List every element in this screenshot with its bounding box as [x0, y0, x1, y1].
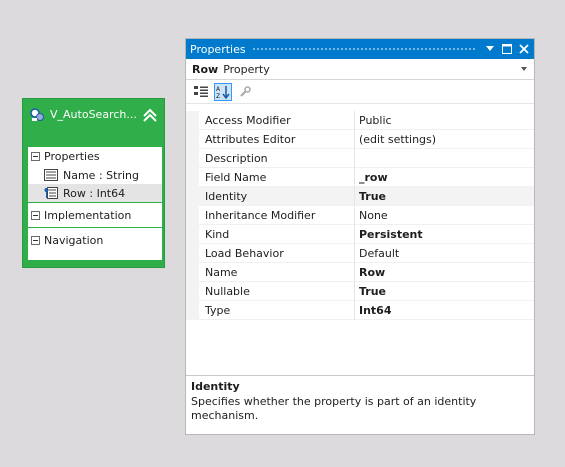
row-gutter	[186, 168, 199, 187]
section-properties: Properties Name : String Row: Int64	[28, 147, 162, 203]
property-name: Nullable	[199, 282, 355, 301]
section-header[interactable]: Properties	[28, 147, 162, 166]
section-implementation: Implementation	[28, 203, 162, 228]
property-name: Field Name	[199, 168, 355, 187]
entity-title: V_AutoSearch...	[50, 108, 137, 121]
property-row[interactable]: Type Int64	[186, 301, 534, 320]
member-name[interactable]: Name : String	[28, 166, 162, 184]
property-row[interactable]: Description	[186, 149, 534, 168]
section-header[interactable]: Implementation	[28, 203, 162, 227]
property-value[interactable]: True	[355, 187, 534, 206]
member-label: Row : Int64	[63, 186, 126, 200]
property-name: Identity	[199, 187, 355, 206]
section-label: Implementation	[44, 208, 132, 222]
section-label: Navigation	[44, 233, 104, 247]
row-gutter	[186, 206, 199, 225]
entity-header[interactable]: V_AutoSearch...	[23, 99, 164, 130]
property-name: Description	[199, 149, 355, 168]
property-grid: Access Modifier Public Attributes Editor…	[186, 111, 534, 343]
maximize-icon[interactable]	[500, 42, 514, 56]
property-value[interactable]	[355, 149, 534, 168]
property-name: Load Behavior	[199, 244, 355, 263]
object-name: Row	[192, 62, 219, 76]
property-name: Type	[199, 301, 355, 320]
property-pages-button[interactable]	[236, 83, 254, 101]
property-row[interactable]: Field Name _row	[186, 168, 534, 187]
categorized-icon	[194, 85, 208, 97]
wrench-icon	[240, 85, 251, 97]
property-name: Name	[199, 263, 355, 282]
row-gutter	[186, 187, 199, 206]
close-icon[interactable]	[517, 42, 531, 56]
row-gutter	[186, 244, 199, 263]
row-gutter	[186, 130, 199, 149]
property-icon	[44, 169, 58, 181]
property-row[interactable]: Nullable True	[186, 282, 534, 301]
member-label: Name : String	[63, 168, 139, 182]
row-gutter	[186, 263, 199, 282]
row-gutter	[186, 225, 199, 244]
entity-shape[interactable]: V_AutoSearch... Properties Name : String	[22, 98, 165, 268]
property-value[interactable]: True	[355, 282, 534, 301]
key-property-icon	[44, 187, 58, 199]
window-title: Properties	[190, 42, 246, 56]
collapse-box-icon[interactable]	[31, 235, 40, 245]
section-header[interactable]: Navigation	[28, 228, 162, 252]
property-row[interactable]: Inheritance Modifier None	[186, 206, 534, 225]
row-gutter	[186, 282, 199, 301]
row-gutter	[186, 111, 199, 130]
property-row[interactable]: Load Behavior Default	[186, 244, 534, 263]
entity-body: Properties Name : String Row: Int64 Imp…	[28, 147, 162, 260]
property-value[interactable]: Default	[355, 244, 534, 263]
property-name: Attributes Editor	[199, 130, 355, 149]
property-row[interactable]: Kind Persistent	[186, 225, 534, 244]
member-row[interactable]: Row : Int64	[28, 184, 162, 202]
object-type: Property	[223, 62, 270, 76]
entity-icon	[30, 107, 44, 121]
properties-titlebar[interactable]: Properties	[186, 39, 534, 59]
property-row[interactable]: Access Modifier Public	[186, 111, 534, 130]
description-title: Identity	[191, 380, 240, 393]
property-row[interactable]: Attributes Editor (edit settings)	[186, 130, 534, 149]
alphabetical-button[interactable]: A Z	[214, 82, 232, 101]
row-gutter	[186, 301, 199, 320]
description-text: Specifies whether the property is part o…	[191, 395, 477, 422]
svg-text:A: A	[216, 86, 221, 93]
collapse-chevron-icon[interactable]	[142, 107, 158, 123]
property-name: Kind	[199, 225, 355, 244]
chevron-down-icon[interactable]	[520, 65, 528, 73]
property-value[interactable]: (edit settings)	[355, 130, 534, 149]
property-value[interactable]: Public	[355, 111, 534, 130]
property-value[interactable]: Persistent	[355, 225, 534, 244]
section-navigation: Navigation	[28, 228, 162, 252]
property-name: Access Modifier	[199, 111, 355, 130]
object-selector[interactable]: Row Property	[186, 59, 534, 80]
properties-window: Properties Row Property A Z Access Modif…	[185, 38, 535, 435]
property-value[interactable]: _row	[355, 168, 534, 187]
categorized-button[interactable]	[192, 83, 210, 101]
property-row[interactable]: Name Row	[186, 263, 534, 282]
row-gutter	[186, 149, 199, 168]
collapse-box-icon[interactable]	[31, 210, 40, 220]
section-label: Properties	[44, 150, 100, 163]
property-value[interactable]: None	[355, 206, 534, 225]
sort-alphabetical-icon: A Z	[216, 85, 230, 99]
properties-toolbar: A Z	[186, 80, 534, 104]
collapse-box-icon[interactable]	[31, 152, 40, 161]
drag-grip[interactable]	[251, 46, 477, 52]
property-value[interactable]: Row	[355, 263, 534, 282]
property-row-selected[interactable]: Identity True	[186, 187, 534, 206]
description-panel: Identity Specifies whether the property …	[186, 375, 534, 434]
svg-text:Z: Z	[216, 93, 220, 99]
dropdown-arrow-icon[interactable]	[483, 42, 497, 56]
property-value[interactable]: Int64	[355, 301, 534, 320]
property-name: Inheritance Modifier	[199, 206, 355, 225]
